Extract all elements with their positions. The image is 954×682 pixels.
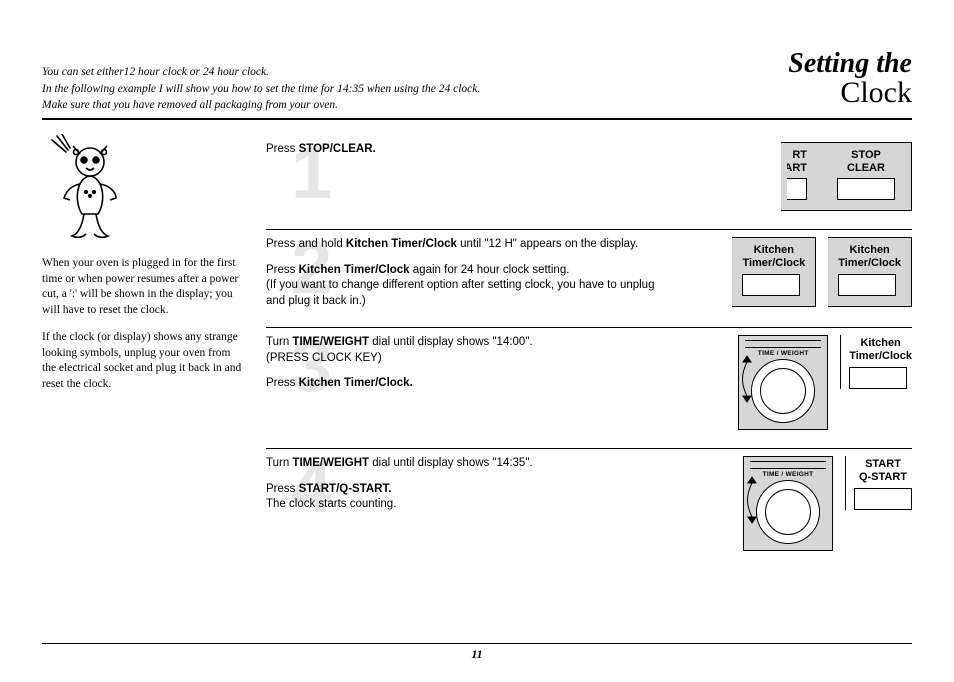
sidebar-p2: If the clock (or display) shows any stra… [42, 330, 244, 392]
s3-t3b: Kitchen Timer/Clock. [299, 377, 413, 389]
dial-arrows-icon-4 [746, 475, 758, 530]
step-1: 1 Press STOP/CLEAR. RT ART [266, 134, 912, 229]
ktc-label-1: Kitchen Timer/Clock [742, 244, 805, 269]
start-side-panel-4: START Q-START [845, 456, 912, 509]
s2-t2b: Kitchen Timer/Clock [299, 264, 410, 276]
intro-line-1: You can set either12 hour clock or 24 ho… [42, 64, 788, 81]
ktc-side-panel-3: Kitchen Timer/Clock [840, 335, 912, 388]
start-side-button-4 [854, 488, 912, 510]
stop-clear-button [837, 178, 895, 200]
page-title: Setting the Clock [788, 50, 912, 108]
kitchen-timer-panel-1: Kitchen Timer/Clock [732, 237, 816, 306]
s4-t1b: TIME/WEIGHT [292, 457, 369, 469]
panel-rt: RT [787, 149, 807, 162]
mascot-icon [42, 134, 132, 244]
s4-t3: The clock starts counting. [266, 497, 666, 513]
dial-label-3: TIME / WEIGHT [745, 350, 821, 357]
kitchen-timer-panel-2: Kitchen Timer/Clock [828, 237, 912, 306]
stop-clear-panel: RT ART STOP CLEAR [781, 142, 912, 211]
start-side-label-4: START Q-START [854, 458, 912, 483]
page-number: 11 [0, 647, 954, 662]
s2-t2a: Press [266, 264, 299, 276]
ktc-label-2: Kitchen Timer/Clock [838, 244, 901, 269]
steps: 1 Press STOP/CLEAR. RT ART [266, 134, 912, 569]
intro-text: You can set either12 hour clock or 24 ho… [42, 56, 788, 114]
dial-label-4: TIME / WEIGHT [750, 471, 826, 478]
step1-text-b: STOP/CLEAR. [299, 143, 376, 155]
step-2: 2 Press and hold Kitchen Timer/Clock unt… [266, 229, 912, 327]
s2-t1b: Kitchen Timer/Clock [346, 238, 457, 250]
step-4: 4 Turn TIME/WEIGHT dial until display sh… [266, 448, 912, 569]
title-line-1: Setting the [788, 50, 912, 78]
s4-t1a: Turn [266, 457, 292, 469]
divider-top [42, 118, 912, 120]
sidebar: When your oven is plugged in for the fir… [42, 134, 244, 569]
dial-arrows-icon [741, 354, 753, 409]
step-3: 3 Turn TIME/WEIGHT dial until display sh… [266, 327, 912, 448]
time-weight-dial-panel: TIME / WEIGHT [738, 335, 828, 430]
s4-t2b: START/Q-START. [299, 483, 392, 495]
ktc-side-button-3 [849, 367, 907, 389]
s3-t2: (PRESS CLOCK KEY) [266, 351, 666, 367]
dial-4 [756, 480, 820, 544]
s3-t1c: dial until display shows "14:00". [369, 336, 533, 348]
s2-t1a: Press and hold [266, 238, 346, 250]
s3-t1b: TIME/WEIGHT [292, 336, 369, 348]
ktc-button-2 [838, 274, 896, 296]
ktc-side-label-3: Kitchen Timer/Clock [849, 337, 912, 362]
stop-label: STOP [847, 149, 885, 162]
ktc-button-1 [742, 274, 800, 296]
footer-divider [42, 643, 912, 644]
s4-t1c: dial until display shows "14:35". [369, 457, 533, 469]
s3-t1a: Turn [266, 336, 292, 348]
s3-t3a: Press [266, 377, 299, 389]
panel-art: ART [787, 162, 807, 175]
s2-t1c: until "12 H" appears on the display. [457, 238, 638, 250]
time-weight-dial-panel-4: TIME / WEIGHT [743, 456, 833, 551]
clear-label: CLEAR [847, 162, 885, 175]
dial-3 [751, 359, 815, 423]
step1-text-a: Press [266, 143, 299, 155]
s4-t2a: Press [266, 483, 299, 495]
intro-line-3: Make sure that you have removed all pack… [42, 97, 788, 114]
s2-t2c: again for 24 hour clock setting. [410, 264, 570, 276]
s2-t3: (If you want to change different option … [266, 278, 666, 309]
title-line-2: Clock [788, 78, 912, 108]
intro-line-2: In the following example I will show you… [42, 81, 788, 98]
sidebar-p1: When your oven is plugged in for the fir… [42, 256, 244, 318]
left-cut-button [787, 178, 807, 200]
